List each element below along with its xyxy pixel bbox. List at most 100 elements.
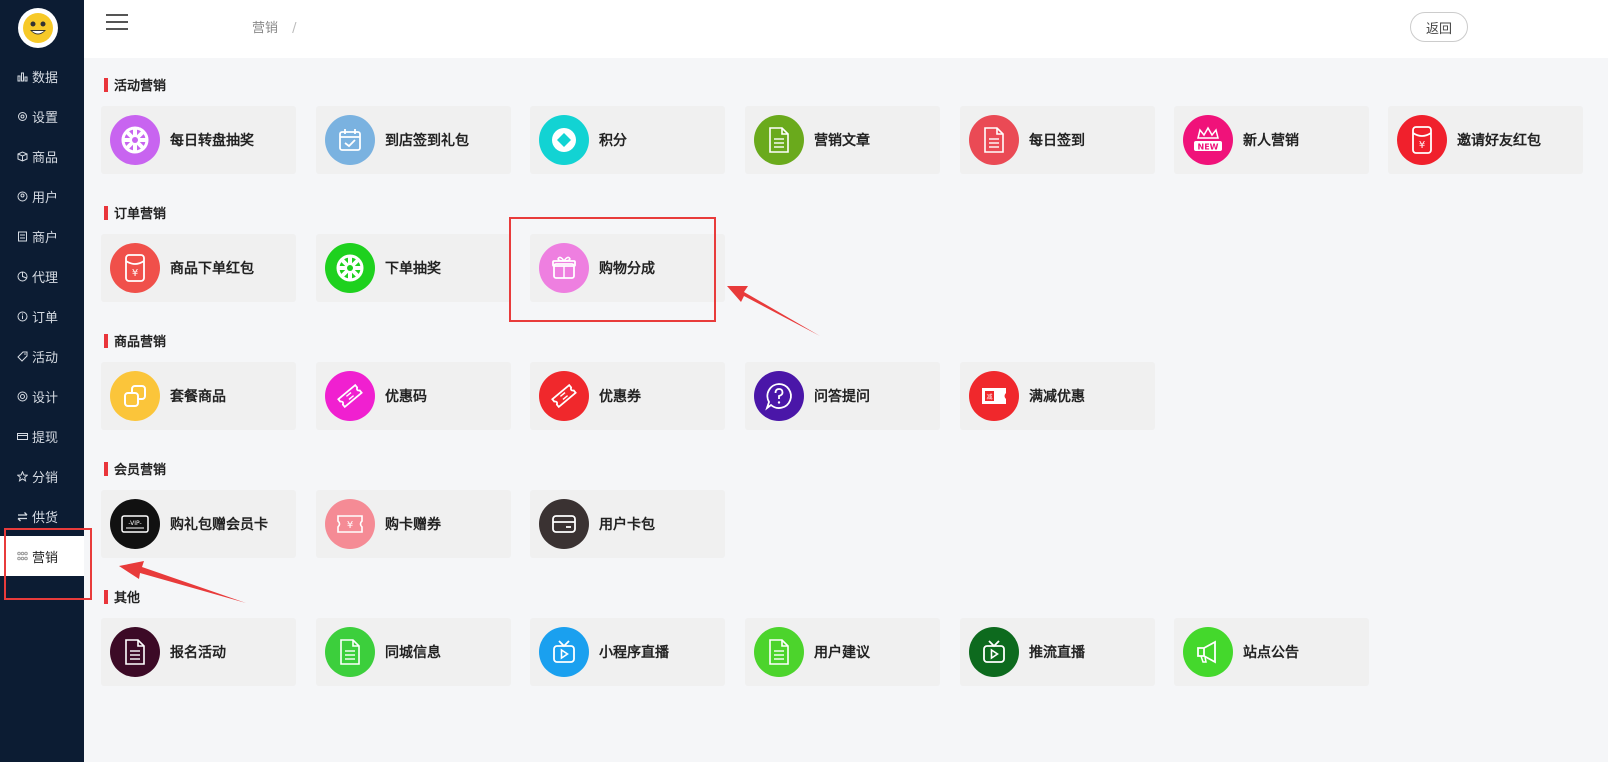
gear-icon xyxy=(16,110,28,122)
card-stream-live[interactable]: 推流直播 xyxy=(960,618,1155,686)
yuan-coupon-icon: ¥ xyxy=(325,499,375,549)
breadcrumb-item[interactable]: 营销 xyxy=(252,21,278,36)
sidebar-item-label: 设计 xyxy=(32,390,59,406)
sidebar-item-label: 商户 xyxy=(32,230,59,246)
sidebar-item-label: 供货 xyxy=(32,510,59,526)
sidebar-item-distribution[interactable]: 分销 xyxy=(0,456,84,496)
document-icon xyxy=(754,115,804,165)
smiley-logo-icon[interactable] xyxy=(18,8,58,48)
annotation-arrow xyxy=(727,286,820,336)
wheel-icon xyxy=(110,115,160,165)
breadcrumb: 营销 / xyxy=(252,17,297,36)
palette-icon xyxy=(16,390,28,402)
card-user-card-wallet[interactable]: 用户卡包 xyxy=(530,490,725,558)
copy-icon xyxy=(110,371,160,421)
card-label: 满减优惠 xyxy=(1029,389,1085,405)
card-label: 积分 xyxy=(599,133,627,149)
card-label: 优惠券 xyxy=(599,389,641,405)
document-icon xyxy=(969,115,1019,165)
sidebar-item-withdraw[interactable]: 提现 xyxy=(0,416,84,456)
card-label: 每日签到 xyxy=(1029,133,1085,149)
card-label: 用户建议 xyxy=(814,645,870,661)
card-new-user-marketing[interactable]: NEW 新人营销 xyxy=(1174,106,1369,174)
tv-play-icon xyxy=(969,627,1019,677)
card-label: 小程序直播 xyxy=(599,645,669,661)
section-title: 会员营销 xyxy=(104,459,166,478)
sidebar-item-label: 提现 xyxy=(32,430,59,446)
tag-icon xyxy=(16,350,28,362)
svg-text:¥: ¥ xyxy=(347,520,353,531)
sidebar-item-merchants[interactable]: 商户 xyxy=(0,216,84,256)
sidebar-item-design[interactable]: 设计 xyxy=(0,376,84,416)
card-label: 用户卡包 xyxy=(599,517,655,533)
annotation-highlight-box xyxy=(509,217,716,322)
user-icon xyxy=(16,190,28,202)
discount-coupon-icon: 减 xyxy=(969,371,1019,421)
svg-text:¥: ¥ xyxy=(132,268,138,279)
red-packet-icon: ¥ xyxy=(110,243,160,293)
sidebar-item-settings[interactable]: 设置 xyxy=(0,96,84,136)
card-order-red-packet[interactable]: ¥ 商品下单红包 xyxy=(101,234,296,302)
card-miniprogram-live[interactable]: 小程序直播 xyxy=(530,618,725,686)
card-store-checkin-gift[interactable]: 到店签到礼包 xyxy=(316,106,511,174)
document-icon xyxy=(754,627,804,677)
card-order-lottery[interactable]: 下单抽奖 xyxy=(316,234,511,302)
bar-chart-icon xyxy=(16,70,28,82)
card-label: 下单抽奖 xyxy=(385,261,441,277)
tv-play-icon xyxy=(539,627,589,677)
sidebar-item-label: 订单 xyxy=(32,310,59,326)
card-daily-checkin[interactable]: 每日签到 xyxy=(960,106,1155,174)
sidebar: 数据 设置 商品 用户 商户 代理 订单 活动 设计 提现 分销 供货 营销 xyxy=(0,0,84,762)
sidebar-item-users[interactable]: 用户 xyxy=(0,176,84,216)
card-full-reduction[interactable]: 减 满减优惠 xyxy=(960,362,1155,430)
new-crown-icon: NEW xyxy=(1183,115,1233,165)
card-local-info[interactable]: 同城信息 xyxy=(316,618,511,686)
card-label: 每日转盘抽奖 xyxy=(170,133,254,149)
section-title: 商品营销 xyxy=(104,331,166,350)
card-invite-friend-red-packet[interactable]: ¥ 邀请好友红包 xyxy=(1388,106,1583,174)
calendar-check-icon xyxy=(325,115,375,165)
annotation-highlight-box xyxy=(4,528,92,600)
question-icon xyxy=(754,371,804,421)
breadcrumb-separator: / xyxy=(292,21,297,36)
card-points[interactable]: 积分 xyxy=(530,106,725,174)
card-label: 邀请好友红包 xyxy=(1457,133,1541,149)
card-label: 新人营销 xyxy=(1243,133,1299,149)
sidebar-item-activities[interactable]: 活动 xyxy=(0,336,84,376)
svg-text:减: 减 xyxy=(986,393,992,401)
card-site-announcement[interactable]: 站点公告 xyxy=(1174,618,1369,686)
card-signup-activity[interactable]: 报名活动 xyxy=(101,618,296,686)
document-icon xyxy=(110,627,160,677)
sidebar-item-agents[interactable]: 代理 xyxy=(0,256,84,296)
sidebar-item-label: 分销 xyxy=(32,470,59,486)
card-coupon[interactable]: 优惠券 xyxy=(530,362,725,430)
card-qa[interactable]: 问答提问 xyxy=(745,362,940,430)
card-label: 商品下单红包 xyxy=(170,261,254,277)
sidebar-item-data[interactable]: 数据 xyxy=(0,56,84,96)
card-daily-wheel-lottery[interactable]: 每日转盘抽奖 xyxy=(101,106,296,174)
card-label: 套餐商品 xyxy=(170,389,226,405)
card-label: 购礼包赠会员卡 xyxy=(170,517,268,533)
section-title: 其他 xyxy=(104,587,140,606)
sidebar-item-goods[interactable]: 商品 xyxy=(0,136,84,176)
card-buy-card-get-coupon[interactable]: ¥ 购卡赠券 xyxy=(316,490,511,558)
ticket-icon xyxy=(539,371,589,421)
box-icon xyxy=(16,150,28,162)
card-gift-pack-member-card[interactable]: -VIP- 购礼包赠会员卡 xyxy=(101,490,296,558)
section-title: 订单营销 xyxy=(104,203,166,222)
svg-text:-VIP-: -VIP- xyxy=(128,520,141,527)
sidebar-item-label: 活动 xyxy=(32,350,59,366)
svg-text:¥: ¥ xyxy=(1419,140,1425,151)
card-user-feedback[interactable]: 用户建议 xyxy=(745,618,940,686)
wheel-icon xyxy=(325,243,375,293)
back-button[interactable]: 返回 xyxy=(1410,12,1468,42)
vip-card-icon: -VIP- xyxy=(110,499,160,549)
card-promo-code[interactable]: 优惠码 xyxy=(316,362,511,430)
top-header: 营销 / 返回 xyxy=(84,0,1608,58)
sidebar-item-orders[interactable]: 订单 xyxy=(0,296,84,336)
red-packet-icon: ¥ xyxy=(1397,115,1447,165)
card-marketing-article[interactable]: 营销文章 xyxy=(745,106,940,174)
hamburger-menu-icon[interactable] xyxy=(106,14,128,30)
pie-icon xyxy=(16,270,28,282)
card-bundle-goods[interactable]: 套餐商品 xyxy=(101,362,296,430)
